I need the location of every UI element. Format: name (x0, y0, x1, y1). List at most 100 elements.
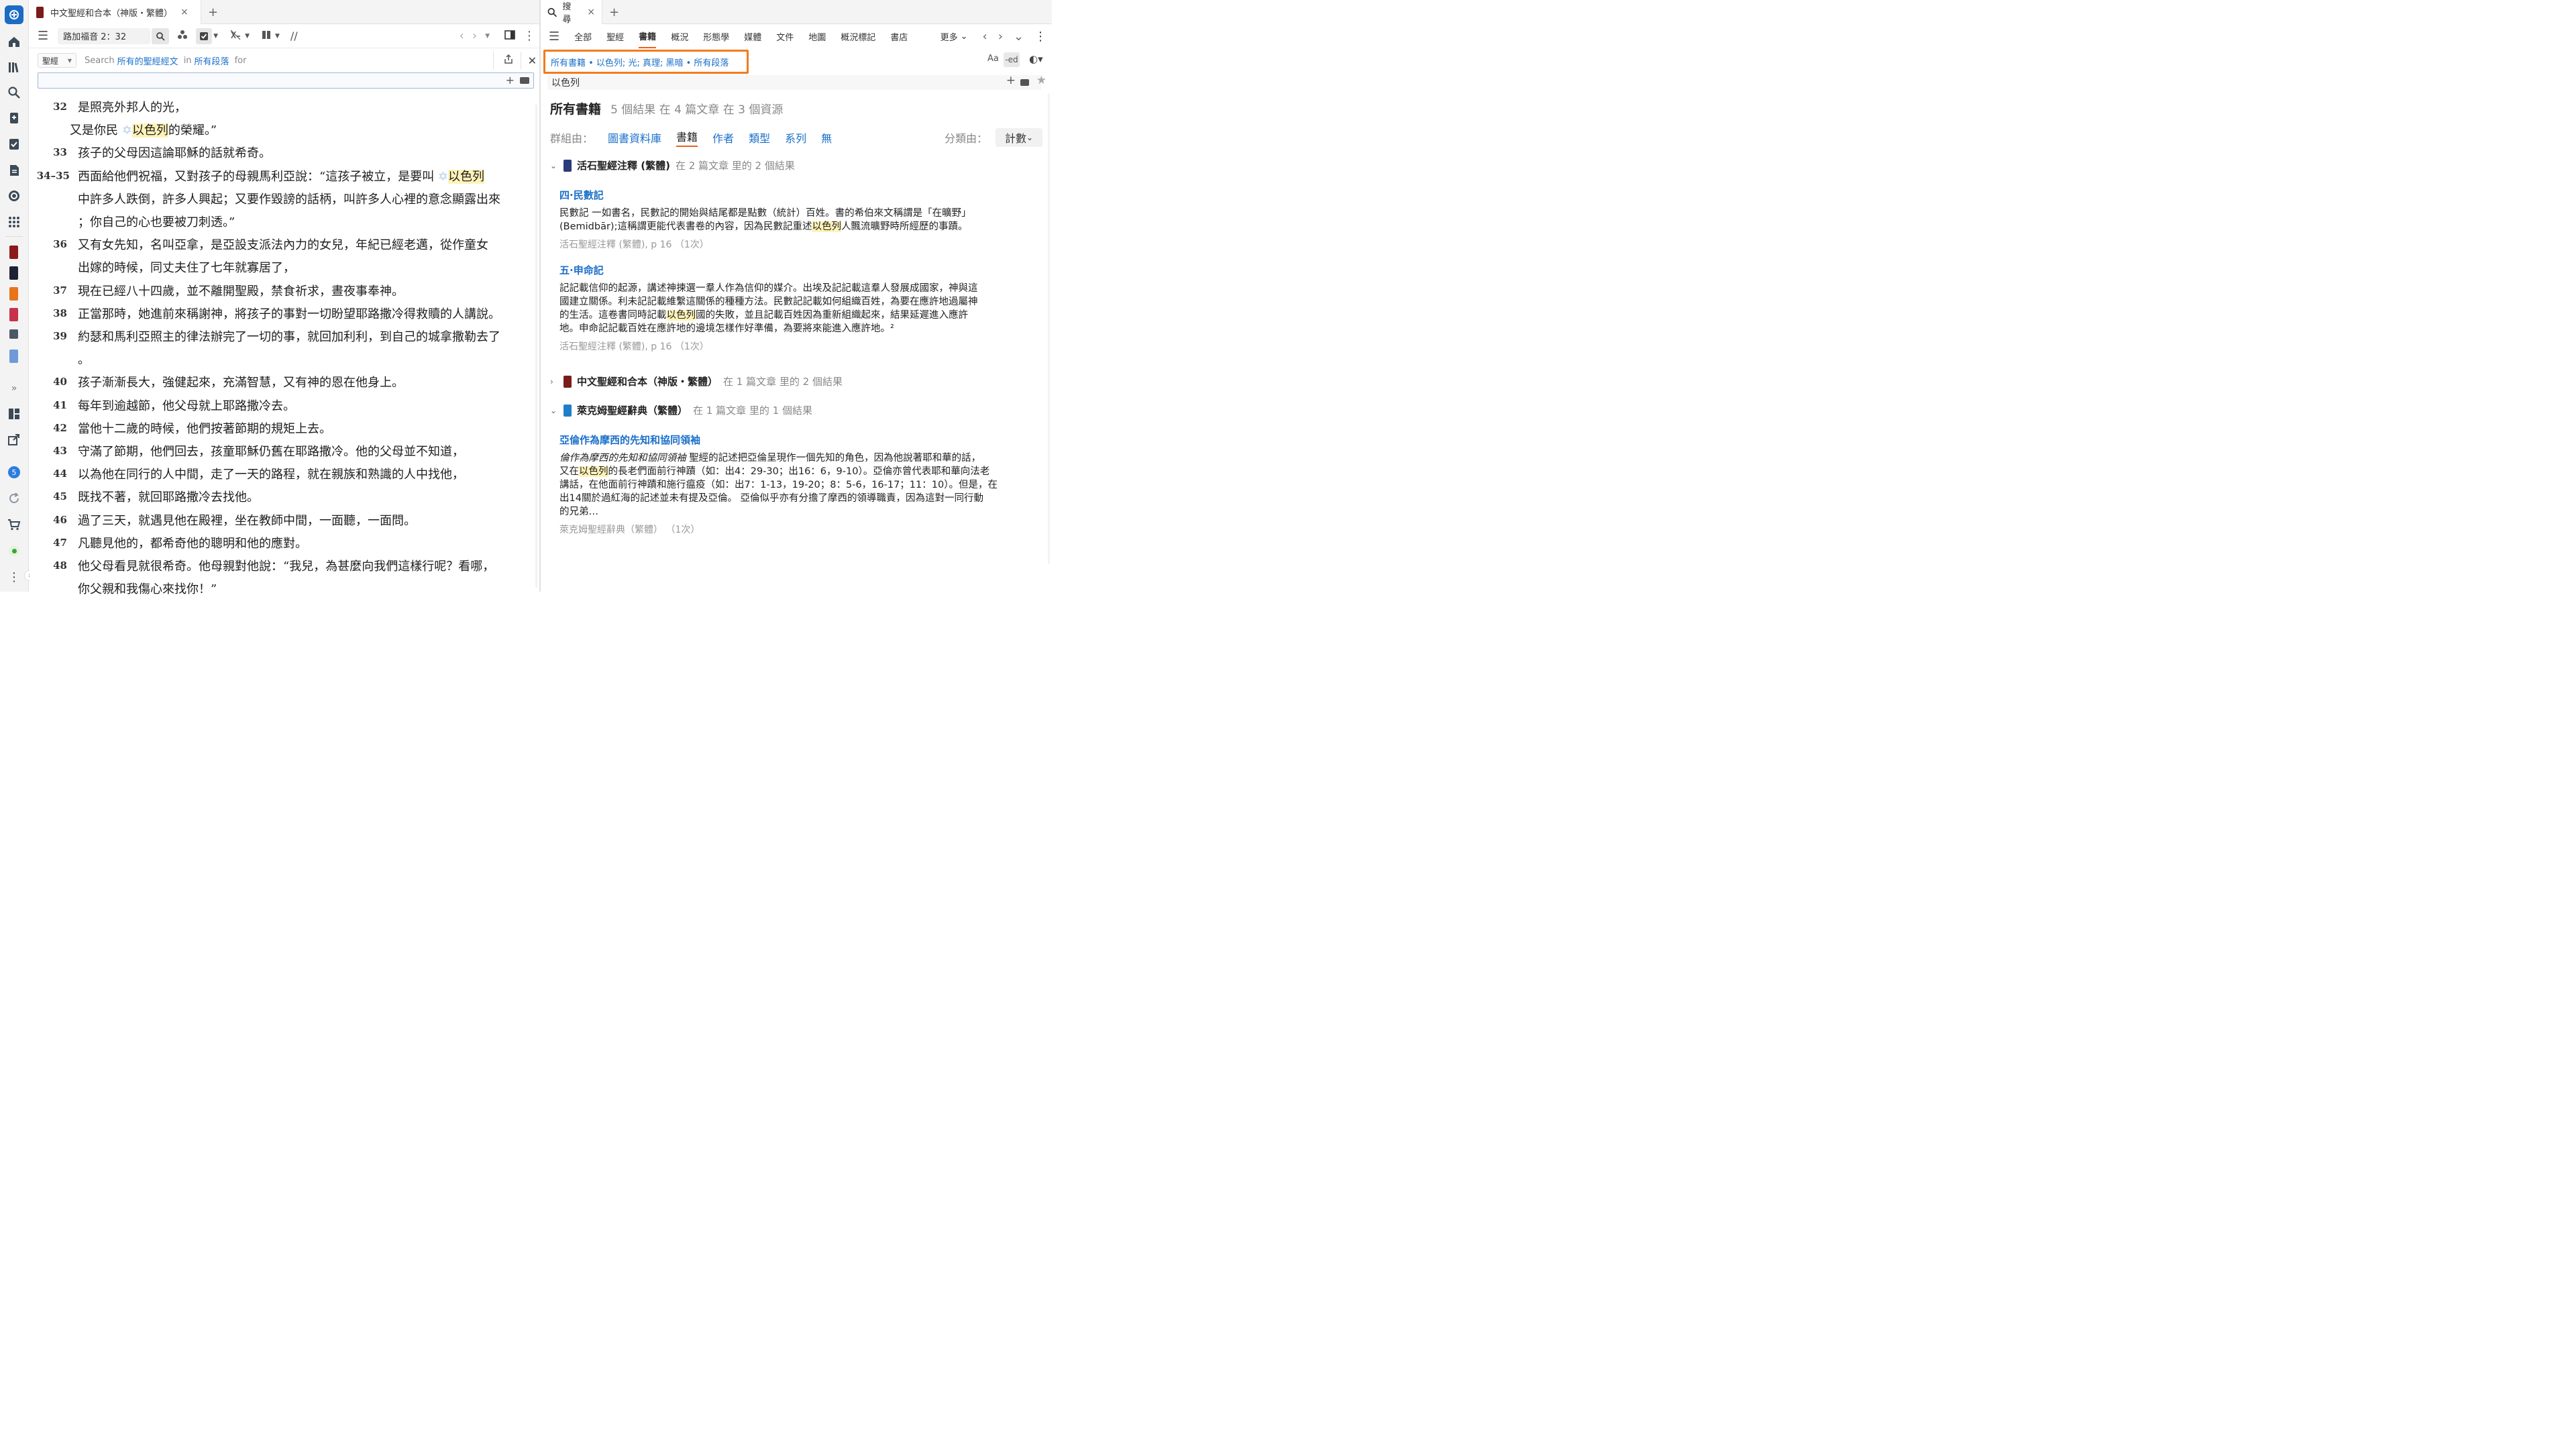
group-option[interactable]: 作者 (712, 129, 734, 146)
book-shortcut-icon[interactable] (9, 308, 18, 321)
search-icon[interactable] (152, 28, 170, 44)
more-vertical-icon[interactable]: ⋮ (523, 29, 535, 43)
result-book-title[interactable]: 中文聖經和合本（神版・繁體） (577, 374, 718, 388)
book-search-input[interactable]: 以色列 + ★ (547, 74, 1046, 90)
verse-number[interactable]: 42 (34, 422, 67, 434)
result-book-title[interactable]: 活石聖經注釋 (繁體) (577, 158, 670, 172)
verse-number[interactable]: 47 (34, 537, 67, 549)
layouts-icon[interactable] (5, 405, 23, 423)
tab-2[interactable]: 書籍 (639, 24, 657, 48)
result-group-header[interactable]: › 中文聖經和合本（神版・繁體） 在 1 篇文章 里的 2 個結果 (550, 374, 843, 388)
search-icon[interactable] (5, 83, 23, 102)
add-term-icon[interactable]: + (506, 74, 515, 87)
chevron-down-icon[interactable]: ⌄ (550, 161, 561, 170)
verse-number[interactable]: 46 (34, 514, 67, 526)
document-icon[interactable] (5, 161, 23, 180)
book-shortcut-icon[interactable] (9, 246, 18, 259)
search-scope-chip[interactable]: 所有書籍 • 以色列; 光; 真理; 黑暗 • 所有段落 (543, 50, 749, 74)
sort-select[interactable]: 計數 ⌄ (996, 128, 1042, 147)
back-icon[interactable]: ‹ (983, 30, 987, 44)
article-title-link[interactable]: 亞倫作為摩西的先知和協同領袖 (559, 433, 700, 447)
tab-bible[interactable]: 中文聖經和合本（神版・繁體） × (30, 0, 201, 24)
close-search-icon[interactable]: ✕ (528, 54, 537, 67)
article-source[interactable]: 活石聖經注釋 (繁體), p 16 （1次） (559, 339, 709, 353)
article-source[interactable]: 萊克姆聖經辭典（繁體） （1次） (559, 523, 700, 536)
parallel-icon[interactable]: // (290, 30, 298, 42)
tab-4[interactable]: 形態學 (703, 24, 729, 48)
tab-3[interactable]: 概況 (671, 24, 688, 48)
search-type-select[interactable]: 聖經 ▼ (38, 53, 76, 68)
tab-1[interactable]: 聖經 (606, 24, 624, 48)
apps-icon[interactable] (5, 213, 23, 231)
verse-number[interactable]: 32 (34, 101, 67, 113)
cart-icon[interactable] (5, 515, 23, 534)
search-hit[interactable]: 以色列 (666, 310, 696, 321)
checklist-icon[interactable] (5, 135, 23, 154)
search-scope-link[interactable]: 所有的聖經經文 (117, 54, 178, 67)
search-hit[interactable]: 以色列 (448, 169, 485, 184)
verse-number[interactable]: 41 (34, 399, 67, 411)
logos-icon[interactable] (5, 5, 23, 24)
shield-icon[interactable] (5, 186, 23, 205)
verse-number[interactable]: 44 (34, 468, 67, 480)
result-book-title[interactable]: 萊克姆聖經辭典（繁體） (577, 403, 688, 417)
group-option[interactable]: 系列 (785, 129, 806, 146)
bible-search-input[interactable]: + (38, 72, 534, 89)
menu-icon[interactable]: ☰ (38, 29, 48, 43)
close-tab-icon[interactable]: × (180, 7, 189, 17)
search-hit[interactable]: 以色列 (131, 123, 168, 138)
search-hit[interactable]: 以色列 (579, 466, 608, 477)
notification-badge[interactable]: 5 (5, 463, 23, 482)
book-shortcut-icon[interactable] (9, 266, 18, 280)
new-tab-icon[interactable]: + (609, 5, 619, 19)
group-option[interactable]: 書籍 (676, 128, 698, 147)
keyboard-icon[interactable] (1020, 79, 1029, 86)
result-group-header[interactable]: ⌄ 活石聖經注釋 (繁體) 在 2 篇文章 里的 2 個結果 (550, 158, 795, 172)
chevron-right-icon[interactable]: › (550, 377, 561, 386)
user-avatar[interactable] (5, 541, 23, 560)
interlinear-icon[interactable] (230, 30, 241, 43)
morph-toggle-icon[interactable]: -ed (1004, 52, 1020, 67)
verse-number[interactable]: 43 (34, 445, 67, 457)
add-term-icon[interactable]: + (1006, 74, 1016, 87)
forward-icon[interactable]: › (998, 30, 1003, 44)
group-option[interactable]: 圖書資料庫 (608, 129, 661, 146)
verse-number[interactable]: 37 (34, 284, 67, 297)
tab-search[interactable]: 搜尋 × (541, 0, 602, 25)
chevron-down-icon[interactable]: ⌄ (961, 32, 968, 42)
sync-icon[interactable] (5, 489, 23, 508)
verse-number[interactable]: 33 (34, 146, 67, 158)
reference-input[interactable]: 路加福音 2：32 (58, 28, 151, 44)
result-group-header[interactable]: ⌄ 萊克姆聖經辭典（繁體） 在 1 篇文章 里的 1 個結果 (550, 403, 812, 417)
favorite-star-icon[interactable]: ★ (1036, 74, 1046, 87)
group-option[interactable]: 無 (821, 129, 832, 146)
chevron-down-icon[interactable]: ▼ (275, 33, 280, 40)
tab-0[interactable]: 全部 (574, 24, 592, 48)
tab-8[interactable]: 概況標記 (841, 24, 875, 48)
chevron-down-icon[interactable]: ▼ (245, 33, 250, 40)
tab-9[interactable]: 書店 (890, 24, 908, 48)
group-option[interactable]: 類型 (749, 129, 770, 146)
search-where-link[interactable]: 所有段落 (195, 54, 229, 67)
chevron-down-icon[interactable]: ⌄ (550, 406, 561, 415)
home-icon[interactable] (5, 32, 23, 51)
tab-6[interactable]: 文件 (776, 24, 794, 48)
book-stack-icon[interactable] (9, 329, 18, 339)
more-vertical-icon[interactable]: ⋮ (5, 568, 23, 586)
article-source[interactable]: 活石聖經注釋 (繁體), p 16 （1次） (559, 237, 709, 251)
chevron-down-icon[interactable]: ▼ (213, 33, 218, 40)
expand-rail-icon[interactable]: » (5, 379, 23, 398)
verse-number[interactable]: 39 (34, 330, 67, 342)
layout-icon[interactable] (504, 30, 515, 43)
font-size-icon[interactable]: Aa (987, 54, 999, 64)
new-tab-icon[interactable]: + (208, 5, 218, 19)
export-icon[interactable] (5, 430, 23, 449)
tab-5[interactable]: 媒體 (744, 24, 761, 48)
scrollbar[interactable] (1048, 94, 1050, 564)
keyboard-icon[interactable] (520, 77, 529, 84)
verse-number[interactable]: 38 (34, 307, 67, 319)
menu-icon[interactable]: ☰ (549, 30, 559, 44)
contrast-icon[interactable]: ◐▾ (1029, 53, 1043, 65)
columns-icon[interactable] (262, 30, 271, 42)
share-icon[interactable] (503, 54, 514, 67)
